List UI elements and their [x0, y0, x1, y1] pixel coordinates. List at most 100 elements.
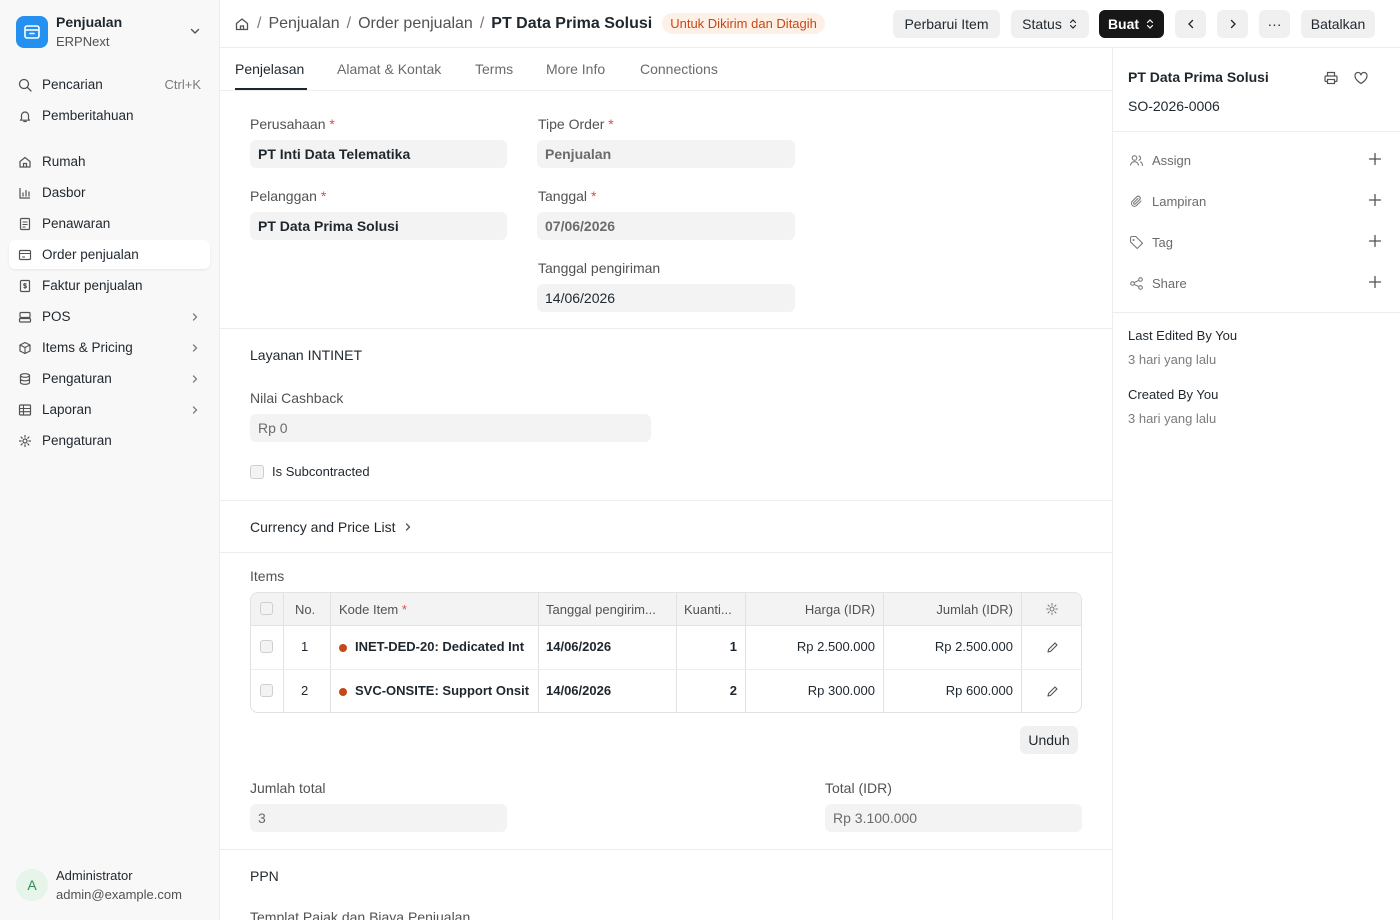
- next-doc-button[interactable]: [1217, 10, 1248, 38]
- total-qty-field: 3: [250, 804, 507, 832]
- create-dropdown-label: Buat: [1107, 16, 1140, 32]
- cancel-button[interactable]: Batalkan: [1301, 10, 1375, 38]
- row-qty[interactable]: 1: [684, 639, 737, 654]
- tax-template-label: Templat Pajak dan Biaya Penjualan: [250, 909, 471, 920]
- sidebar-item-laporan[interactable]: Laporan: [9, 395, 210, 424]
- chevron-right-icon: [189, 342, 201, 354]
- plus-icon[interactable]: [1368, 193, 1382, 207]
- download-button[interactable]: Unduh: [1020, 726, 1078, 754]
- delivery-date-field[interactable]: 14/06/2026: [537, 284, 795, 312]
- section-divider: [220, 849, 1112, 850]
- bell-icon: [17, 108, 33, 124]
- sidebar-item-label: Faktur penjualan: [42, 278, 143, 293]
- edit-row-icon[interactable]: [1046, 641, 1059, 654]
- status-dropdown[interactable]: Status: [1011, 10, 1089, 38]
- divider: [1113, 312, 1400, 313]
- breadcrumb-penjualan[interactable]: Penjualan: [268, 15, 339, 33]
- sidebar-item-faktur-penjualan[interactable]: Faktur penjualan: [9, 271, 210, 300]
- status-dropdown-label: Status: [1022, 16, 1062, 32]
- sidebar-item-items-pricing[interactable]: Items & Pricing: [9, 333, 210, 362]
- created-time: 3 hari yang lalu: [1128, 411, 1217, 426]
- assign-button[interactable]: Assign: [1128, 148, 1390, 172]
- items-label: Items: [250, 568, 285, 584]
- package-icon: [17, 340, 33, 356]
- breadcrumb-order-penjualan[interactable]: Order penjualan: [358, 15, 473, 33]
- row-rate[interactable]: Rp 2.500.000: [751, 639, 875, 654]
- tab-penjelasan[interactable]: Penjelasan: [235, 61, 304, 77]
- delivery-date-label: Tanggal pengiriman: [538, 260, 661, 276]
- row-no: 2: [301, 683, 309, 698]
- column-header-no: No.: [295, 602, 316, 617]
- sidebar-item-order-penjualan[interactable]: Order penjualan: [9, 240, 210, 269]
- bar-chart-icon: [17, 185, 33, 201]
- database-icon: [17, 371, 33, 387]
- tags-button[interactable]: Tag: [1128, 230, 1390, 254]
- select-all-checkbox[interactable]: [260, 602, 273, 615]
- tab-connections[interactable]: Connections: [640, 61, 718, 77]
- currency-section-toggle[interactable]: Currency and Price List: [250, 519, 414, 535]
- attachments-button[interactable]: Lampiran: [1128, 189, 1390, 213]
- column-header-delivery-date: Tanggal pengirim...: [546, 602, 656, 617]
- edit-row-icon[interactable]: [1046, 685, 1059, 698]
- table-row[interactable]: 1 INET-DED-20: Dedicated Int 14/06/2026 …: [251, 626, 1081, 670]
- sidebar-right: PT Data Prima Solusi SO-2026-0006 Assign…: [1113, 48, 1400, 920]
- user-menu[interactable]: A Administrator admin@example.com: [16, 866, 182, 904]
- order-type-field[interactable]: Penjualan: [537, 140, 795, 168]
- currency-section-title: Currency and Price List: [250, 519, 396, 535]
- paperclip-icon: [1128, 193, 1144, 209]
- search-button[interactable]: Pencarian Ctrl+K: [9, 70, 210, 99]
- tab-terms[interactable]: Terms: [475, 61, 513, 77]
- section-intinet-title: Layanan INTINET: [250, 347, 363, 363]
- sidebar-item-label: Pengaturan: [42, 433, 112, 448]
- update-items-button[interactable]: Perbarui Item: [893, 10, 1000, 38]
- sidebar: Penjualan ERPNext Pencarian Ctrl+K Pembe…: [0, 0, 220, 920]
- row-amount: Rp 600.000: [945, 683, 1013, 698]
- sidebar-item-pos[interactable]: POS: [9, 302, 210, 331]
- row-checkbox[interactable]: [260, 684, 273, 697]
- create-dropdown[interactable]: Buat: [1099, 10, 1164, 38]
- app-switcher[interactable]: Penjualan ERPNext: [16, 12, 206, 52]
- column-header-amount: Jumlah (IDR): [936, 602, 1013, 617]
- row-checkbox[interactable]: [260, 640, 273, 653]
- row-delivery-date[interactable]: 14/06/2026: [546, 683, 611, 698]
- section-divider: [220, 500, 1112, 501]
- column-header-qty: Kuanti...: [684, 602, 732, 617]
- subcontracted-label: Is Subcontracted: [272, 464, 370, 479]
- tag-icon: [1128, 234, 1144, 250]
- status-dot: [339, 687, 347, 696]
- column-settings-icon[interactable]: [1045, 602, 1059, 616]
- customer-field[interactable]: PT Data Prima Solusi: [250, 212, 507, 240]
- home-icon[interactable]: [234, 16, 250, 32]
- print-icon[interactable]: [1323, 70, 1339, 86]
- date-field[interactable]: 07/06/2026: [537, 212, 795, 240]
- row-item-code[interactable]: SVC-ONSITE: Support Onsit: [339, 683, 531, 698]
- heart-icon[interactable]: [1353, 70, 1369, 86]
- page-title: PT Data Prima Solusi: [491, 14, 653, 32]
- tab-more-info[interactable]: More Info: [546, 61, 605, 77]
- sidebar-item-rumah[interactable]: Rumah: [9, 147, 210, 176]
- row-qty[interactable]: 2: [684, 683, 737, 698]
- sidebar-item-penawaran[interactable]: Penawaran: [9, 209, 210, 238]
- sidebar-item-pengaturan-group[interactable]: Pengaturan: [9, 364, 210, 393]
- cashback-field[interactable]: Rp 0: [250, 414, 651, 442]
- plus-icon[interactable]: [1368, 152, 1382, 166]
- table-row[interactable]: 2 SVC-ONSITE: Support Onsit 14/06/2026 2…: [251, 670, 1081, 712]
- row-delivery-date[interactable]: 14/06/2026: [546, 639, 611, 654]
- card-icon: [17, 247, 33, 263]
- chevron-right-icon: [189, 373, 201, 385]
- row-item-code[interactable]: INET-DED-20: Dedicated Int: [339, 639, 531, 654]
- company-field[interactable]: PT Inti Data Telematika: [250, 140, 507, 168]
- share-button[interactable]: Share: [1128, 271, 1390, 295]
- notifications-button[interactable]: Pemberitahuan: [9, 101, 210, 130]
- customer-label: Pelanggan *: [250, 188, 327, 204]
- plus-icon[interactable]: [1368, 275, 1382, 289]
- subcontracted-checkbox[interactable]: [250, 465, 264, 479]
- more-actions-button[interactable]: ···: [1259, 10, 1290, 38]
- topbar: / Penjualan / Order penjualan / PT Data …: [220, 0, 1400, 48]
- plus-icon[interactable]: [1368, 234, 1382, 248]
- tab-alamat-kontak[interactable]: Alamat & Kontak: [337, 61, 441, 77]
- row-rate[interactable]: Rp 300.000: [751, 683, 875, 698]
- previous-doc-button[interactable]: [1175, 10, 1206, 38]
- sidebar-item-dasbor[interactable]: Dasbor: [9, 178, 210, 207]
- sidebar-item-pengaturan[interactable]: Pengaturan: [9, 426, 210, 455]
